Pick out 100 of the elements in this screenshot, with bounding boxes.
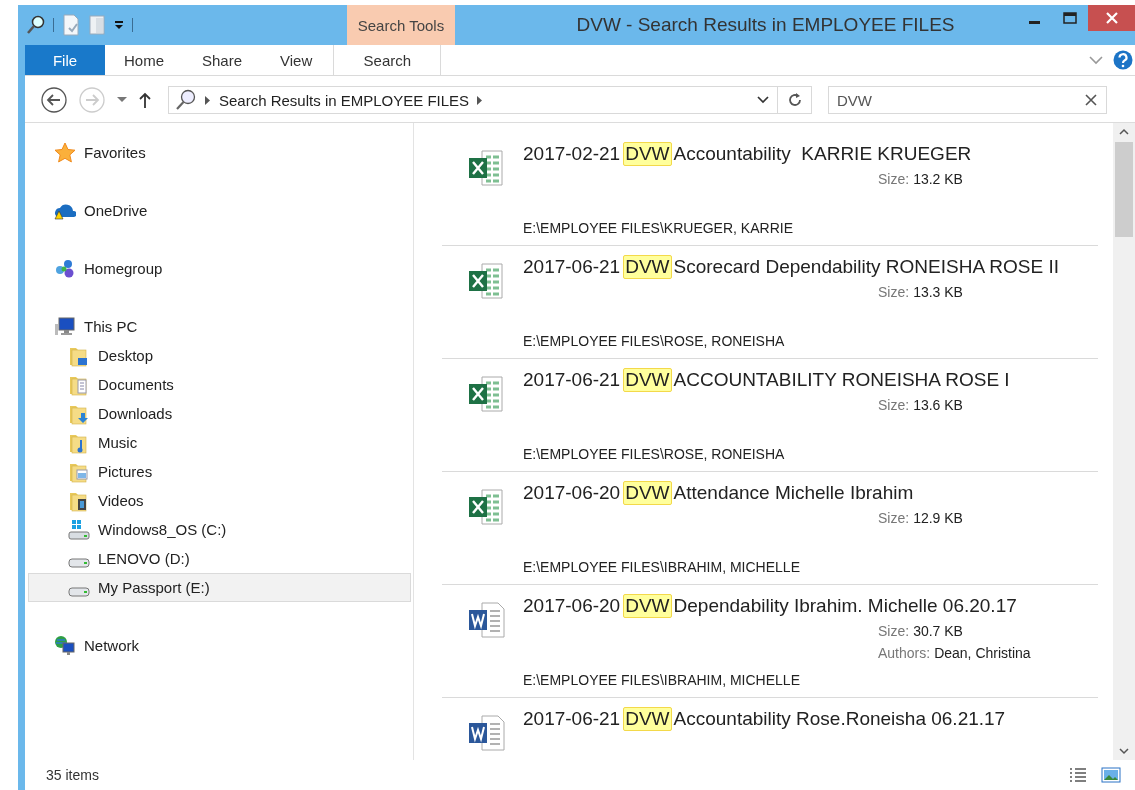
file-name: 2017-06-21: [523, 369, 621, 391]
nav-item[interactable]: Videos: [28, 486, 411, 515]
detail-value: 13.2 KB: [913, 171, 963, 187]
detail-value: 12.9 KB: [913, 510, 963, 526]
search-match-highlight: DVW: [623, 255, 672, 279]
file-name: 2017-06-20: [523, 595, 621, 617]
chevron-up-icon: [1119, 128, 1129, 135]
search-result[interactable]: 2017-06-20 DVW Attendance Michelle Ibrahim Size: 12.9 KB E:\EMPLOYEE FILES\IBRAHIM, MICHELLE: [442, 472, 1098, 585]
chevron-right-icon: [205, 95, 211, 105]
file-name: 2017-06-21: [523, 708, 621, 730]
nav-item-label: Downloads: [98, 405, 173, 422]
close-button[interactable]: [1088, 5, 1135, 31]
minimize-icon: [1028, 21, 1040, 24]
folder-path: E:\EMPLOYEE FILES\IBRAHIM, MICHELLE: [523, 559, 801, 577]
windows-drive-icon: [68, 518, 90, 541]
detail-value: Dean, Christina: [934, 645, 1031, 661]
nav-item-label: Windows8_OS (C:): [98, 521, 227, 538]
nav-item[interactable]: Windows8_OS (C:): [28, 515, 411, 544]
clear-button[interactable]: [1085, 94, 1097, 106]
nav-item[interactable]: LENOVO (D:): [28, 544, 411, 573]
folder-path: E:\EMPLOYEE FILES\ROSE, RONEISHA: [523, 333, 786, 351]
back-icon[interactable]: [41, 87, 67, 113]
nav-item[interactable]: Pictures: [28, 457, 411, 486]
nav-item[interactable]: Network: [28, 631, 411, 660]
drive-icon: [68, 557, 90, 568]
chevron-down-icon[interactable]: [1089, 55, 1103, 65]
nav-item-label: This PC: [84, 318, 138, 335]
network-icon: [54, 634, 76, 657]
search-icon: [175, 89, 197, 111]
nav-item-label: Videos: [98, 492, 144, 509]
file-name: 2017-02-21: [523, 143, 621, 165]
details-view-icon[interactable]: [1069, 767, 1087, 783]
close-icon: [1105, 12, 1118, 24]
nav-item[interactable]: Favorites: [28, 138, 411, 167]
nav-item-label: Documents: [98, 376, 174, 393]
address-path[interactable]: Search Results in EMPLOYEE FILES: [219, 91, 470, 109]
nav-item-label: LENOVO (D:): [98, 550, 190, 567]
nav-item-label: Pictures: [98, 463, 153, 480]
nav-item[interactable]: My Passport (E:): [28, 573, 411, 602]
search-match-highlight: DVW: [623, 707, 672, 731]
search-icon[interactable]: [27, 15, 45, 35]
up-arrow-icon[interactable]: [139, 92, 151, 108]
ribbon-tab[interactable]: Share: [183, 45, 262, 75]
detail-label: Size:: [878, 510, 910, 526]
nav-item[interactable]: Music: [28, 428, 411, 457]
nav-item[interactable]: Downloads: [28, 399, 411, 428]
detail-label: Size:: [878, 623, 910, 639]
nav-item-label: My Passport (E:): [98, 579, 210, 596]
file-name: Dependability Ibrahim. Michelle 06.20.17: [673, 595, 1017, 617]
nav-item[interactable]: This PC: [28, 312, 411, 341]
file-name: 2017-06-20: [523, 482, 621, 504]
scrollbar[interactable]: [1113, 123, 1135, 760]
detail-value: 30.7 KB: [913, 623, 963, 639]
dropdown-icon[interactable]: [757, 96, 769, 104]
dropdown-icon[interactable]: [114, 20, 124, 30]
search-result[interactable]: 2017-06-21 DVW Scorecard Dependability RONEISHA ROSE II Size: 13.3 KB E:\EMPLOYEE FILES\ROSE, RONEISHA: [442, 246, 1098, 359]
nav-item-label: Music: [98, 434, 138, 451]
chevron-down-icon: [1119, 748, 1129, 755]
window-title: DVW - Search Results in EMPLOYEE FILES: [575, 13, 956, 37]
search-field[interactable]: DVW: [828, 86, 1107, 114]
ribbon-tab[interactable]: View: [261, 45, 332, 75]
ribbon-tab[interactable]: Search: [333, 45, 442, 75]
nav-item[interactable]: Documents: [28, 370, 411, 399]
homegroup-icon: [54, 257, 76, 280]
folder-path: E:\EMPLOYEE FILES\ROSE, RONEISHA: [523, 446, 786, 464]
file-name: Attendance Michelle Ibrahim: [673, 482, 914, 504]
ribbon-tab[interactable]: File: [25, 45, 105, 75]
help-icon[interactable]: [1113, 50, 1133, 70]
nav-item[interactable]: Homegroup: [28, 254, 411, 283]
file-name: Scorecard Dependability RONEISHA ROSE II: [673, 256, 1059, 278]
file-name: 2017-06-21: [523, 256, 621, 278]
detail-value: 13.3 KB: [913, 284, 963, 300]
search-match-highlight: DVW: [623, 594, 672, 618]
detail-label: Size:: [878, 284, 910, 300]
nav-item[interactable]: Desktop: [28, 341, 411, 370]
nav-item-label: OneDrive: [84, 202, 148, 219]
search-result[interactable]: 2017-06-20 DVW Dependability Ibrahim. Michelle 06.20.17 Size: 30.7 KB Authors: Dean, Christina E:\EMPLOYEE FILES\IBRAHIM, MICHELLE: [442, 585, 1098, 698]
large-icons-view-icon[interactable]: [1101, 767, 1121, 783]
detail-label: Size:: [878, 171, 910, 187]
file-name: Accountability Rose.Roneisha 06.21.17: [673, 708, 1006, 730]
computer-icon: [54, 315, 76, 338]
file-name: ACCOUNTABILITY RONEISHA ROSE I: [673, 369, 1010, 391]
detail-label: Size:: [878, 397, 910, 413]
search-result[interactable]: 2017-02-21 DVW Accountability KARRIE KRUEGER Size: 13.2 KB E:\EMPLOYEE FILES\KRUEGER, KARRIE: [442, 133, 1098, 246]
ribbon-tab[interactable]: Home: [105, 45, 183, 75]
search-result[interactable]: 2017-06-21 DVW ACCOUNTABILITY RONEISHA ROSE I Size: 13.6 KB E:\EMPLOYEE FILES\ROSE, RONEISHA: [442, 359, 1098, 472]
address-bar[interactable]: Search Results in EMPLOYEE FILES: [168, 86, 778, 114]
detail-value: 13.6 KB: [913, 397, 963, 413]
search-match-highlight: DVW: [623, 481, 672, 505]
star-icon: [54, 141, 76, 164]
search-result[interactable]: 2017-06-21 DVW Accountability Rose.Roneisha 06.21.17: [442, 698, 1098, 760]
nav-item-label: Network: [84, 637, 139, 654]
scrollbar-thumb[interactable]: [1115, 142, 1133, 237]
refresh-button[interactable]: [778, 86, 812, 114]
nav-item[interactable]: OneDrive: [28, 196, 411, 225]
clear-icon: [1085, 94, 1097, 106]
context-tab-group: Search Tools: [347, 5, 455, 45]
nav-item-label: Desktop: [98, 347, 154, 364]
file-name: Accountability KARRIE KRUEGER: [673, 143, 972, 165]
nav-item-label: Favorites: [84, 144, 146, 161]
